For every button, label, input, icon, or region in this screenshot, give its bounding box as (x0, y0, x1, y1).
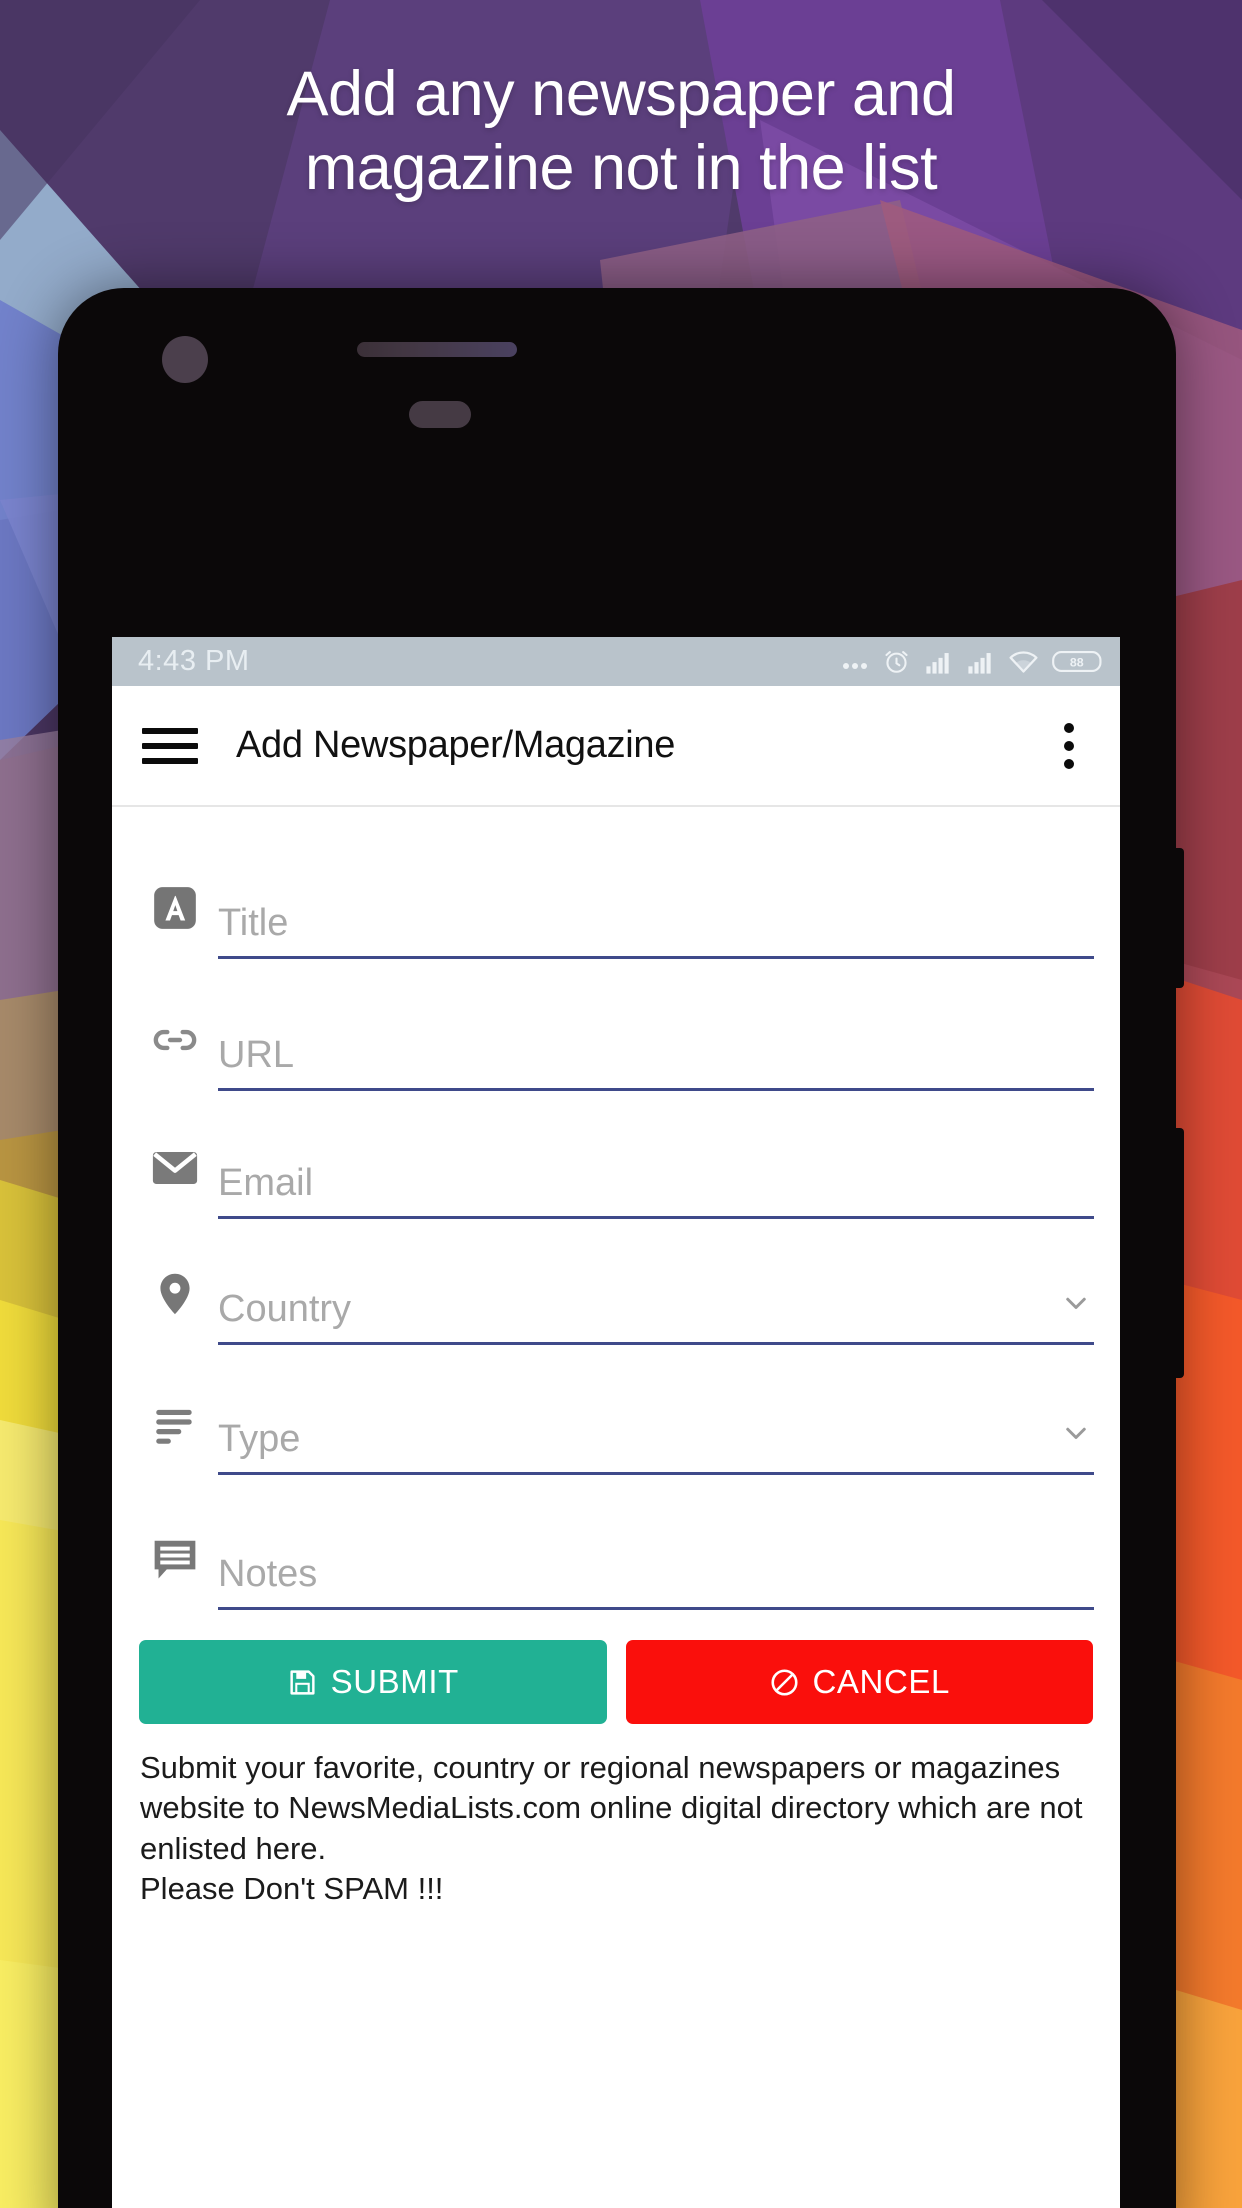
type-placeholder: Type (218, 1418, 301, 1460)
field-email: Email (138, 1091, 1094, 1219)
notes-placeholder: Notes (218, 1553, 318, 1595)
title-placeholder: Title (218, 902, 289, 944)
status-time: 4:43 PM (138, 645, 250, 677)
form-description: Submit your favorite, country or regiona… (138, 1748, 1094, 1909)
email-placeholder: Email (218, 1162, 314, 1204)
list-lines-icon (138, 1387, 212, 1461)
country-select[interactable]: Country (218, 1285, 1094, 1345)
submit-button-label: SUBMIT (330, 1663, 459, 1700)
field-title: Title (138, 825, 1094, 959)
save-floppy-icon (290, 1669, 315, 1695)
comment-notes-icon (138, 1522, 212, 1596)
signal-bars-sim1-icon (926, 653, 949, 674)
title-input[interactable]: Title (218, 904, 1094, 959)
field-notes: Notes (138, 1475, 1094, 1610)
title-format-icon (138, 871, 212, 945)
wifi-icon (1009, 651, 1038, 673)
form-actions: SUBMIT CANCEL (138, 1640, 1094, 1724)
more-dots-icon (843, 662, 867, 669)
hamburger-menu-icon[interactable] (142, 718, 198, 774)
battery-icon: 88 (1052, 650, 1102, 673)
notes-input[interactable]: Notes (218, 1555, 1094, 1610)
submit-button[interactable]: SUBMIT (139, 1640, 607, 1724)
status-bar: 4:43 PM 88 (112, 637, 1120, 686)
signal-bars-sim2-icon (968, 653, 991, 674)
promo-headline: Add any newspaper and magazine not in th… (0, 58, 1242, 205)
status-icons: 88 (841, 647, 1104, 676)
proximity-sensor-icon (409, 401, 471, 428)
app-bar: Add Newspaper/Magazine (112, 686, 1120, 807)
url-input[interactable]: URL (218, 1036, 1094, 1091)
headline-line-1: Add any newspaper and (286, 59, 957, 129)
promo-stage: Add any newspaper and magazine not in th… (0, 0, 1242, 2208)
field-type: Type (138, 1345, 1094, 1475)
ban-circle-icon (770, 1668, 798, 1696)
earpiece-speaker-icon (357, 342, 517, 357)
description-paragraph-1: Submit your favorite, country or regiona… (140, 1750, 1083, 1866)
kebab-menu-icon[interactable] (1046, 718, 1092, 774)
chevron-down-icon[interactable] (1058, 1415, 1094, 1456)
battery-level-text: 88 (1070, 656, 1084, 670)
add-newspaper-form: Title URL Email Country Type Notes SUBMI… (112, 807, 1120, 2208)
page-title: Add Newspaper/Magazine (236, 724, 676, 766)
phone-screen: 4:43 PM 88 Add Newspaper/Magazine Title … (112, 637, 1120, 2208)
description-paragraph-2: Please Don't SPAM !!! (140, 1870, 444, 1906)
alarm-clock-icon (885, 651, 908, 673)
cancel-button[interactable]: CANCEL (625, 1640, 1093, 1724)
power-button[interactable] (1172, 1128, 1184, 1378)
link-icon (138, 1003, 212, 1077)
field-url: URL (138, 959, 1094, 1091)
chevron-down-icon[interactable] (1058, 1285, 1094, 1326)
location-pin-icon (138, 1257, 212, 1331)
front-camera-icon (162, 336, 208, 383)
phone-mockup: 4:43 PM 88 Add Newspaper/Magazine Title … (58, 288, 1184, 2208)
email-icon (138, 1131, 212, 1205)
type-select[interactable]: Type (218, 1415, 1094, 1475)
field-country: Country (138, 1219, 1094, 1345)
email-input[interactable]: Email (218, 1164, 1094, 1219)
cancel-button-label: CANCEL (812, 1663, 950, 1700)
country-placeholder: Country (218, 1288, 352, 1330)
volume-button[interactable] (1172, 848, 1184, 988)
headline-line-2: magazine not in the list (304, 132, 938, 203)
url-placeholder: URL (218, 1034, 295, 1076)
